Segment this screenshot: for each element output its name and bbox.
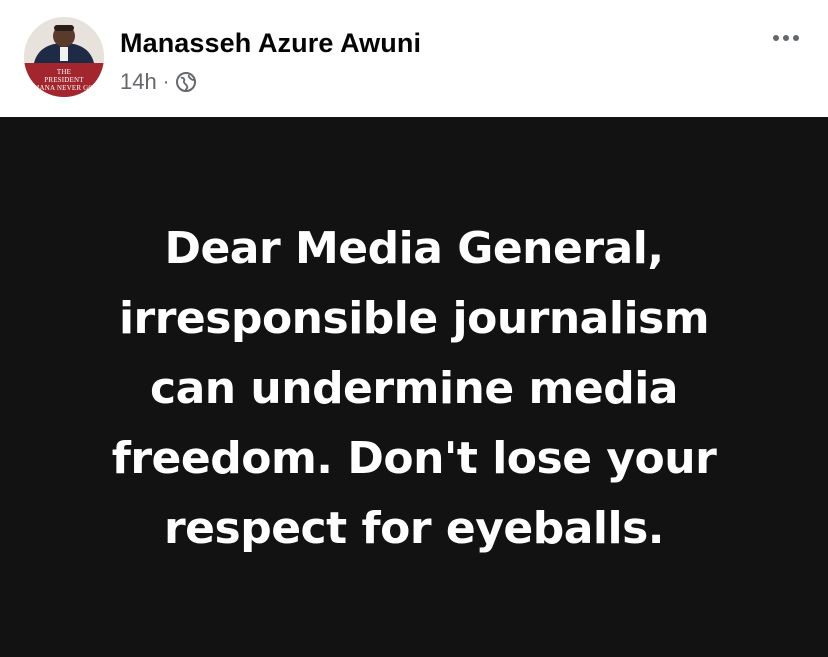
avatar-caption-line3: HANA NEVER GO bbox=[34, 84, 94, 92]
ellipsis-dot bbox=[773, 35, 779, 41]
avatar-caption-line1: THE bbox=[56, 68, 72, 76]
post-text-line: freedom. Don't lose your bbox=[111, 433, 717, 484]
author-name[interactable]: Manasseh Azure Awuni bbox=[120, 28, 421, 59]
avatar-caption-line2: PRESIDENT bbox=[44, 76, 84, 84]
post-meta: 14h · bbox=[120, 68, 197, 96]
ellipsis-dot bbox=[783, 35, 789, 41]
post-text-line: can undermine media bbox=[150, 363, 678, 414]
ellipsis-dot bbox=[793, 35, 799, 41]
post-header: THE PRESIDENT HANA NEVER GO Manasseh Azu… bbox=[0, 0, 828, 117]
post-text-line: irresponsible journalism bbox=[118, 293, 710, 344]
post-timestamp[interactable]: 14h bbox=[120, 69, 157, 95]
avatar[interactable]: THE PRESIDENT HANA NEVER GO bbox=[24, 17, 104, 97]
post-text-card[interactable]: Dear Media General, irresponsible journa… bbox=[0, 117, 828, 657]
meta-separator: · bbox=[162, 70, 170, 93]
ellipsis-icon[interactable] bbox=[766, 24, 806, 52]
post-text: Dear Media General, irresponsible journa… bbox=[24, 214, 804, 564]
globe-icon[interactable] bbox=[175, 71, 197, 93]
post-text-line: respect for eyeballs. bbox=[163, 503, 665, 554]
post-text-line: Dear Media General, bbox=[164, 223, 664, 274]
